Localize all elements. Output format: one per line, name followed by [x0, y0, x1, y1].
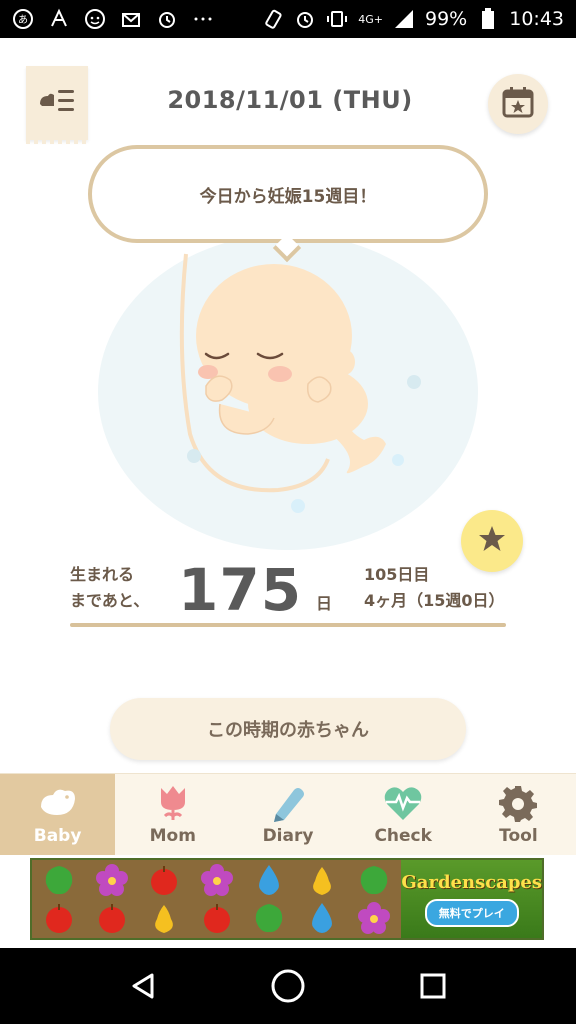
back-icon[interactable]: [123, 966, 163, 1006]
flower-icon: [86, 862, 136, 898]
menu-list-icon: [36, 86, 78, 120]
face-icon: [84, 8, 106, 30]
tab-mom[interactable]: Mom: [115, 774, 230, 855]
apple-icon: [34, 900, 84, 936]
pencil-icon: [267, 784, 309, 822]
menu-button[interactable]: [26, 66, 88, 144]
alarm-icon: [294, 8, 316, 30]
bird-icon: [37, 784, 79, 822]
battery-percent: 99%: [425, 8, 468, 30]
ad-play-button[interactable]: 無料でプレイ: [424, 898, 519, 927]
month-week: 4ヶ月（15週0日）: [364, 591, 505, 610]
system-navigation-bar: [0, 948, 576, 1024]
star-icon: [477, 524, 507, 558]
ad-banner[interactable]: Gardenscapes 無料でプレイ: [30, 858, 544, 940]
recents-icon[interactable]: [413, 966, 453, 1006]
baby-this-period-button[interactable]: この時期の赤ちゃん: [110, 698, 466, 760]
tab-check-label: Check: [374, 825, 432, 846]
water-drop-icon: [296, 900, 346, 936]
network-type: 4G+: [358, 12, 383, 26]
gear-icon: [497, 784, 539, 822]
water-drop-icon: [244, 862, 294, 898]
heart-pulse-icon: [382, 784, 424, 822]
pear-icon: [139, 900, 189, 936]
apple-icon: [86, 900, 136, 936]
countdown-underline: [70, 623, 506, 627]
week-speech-bubble: 今日から妊娠15週目！: [88, 145, 488, 243]
calendar-button[interactable]: [488, 74, 548, 134]
date-title: 2018/11/01 (THU): [167, 86, 413, 114]
countdown-label: 生まれる まであと、: [70, 562, 149, 614]
signal-icon: [393, 8, 415, 30]
ad-game-grid: [32, 860, 402, 938]
pregnancy-progress-info: 105日目 4ヶ月（15週0日）: [364, 562, 505, 614]
countdown-label-line2: まであと、: [70, 591, 150, 610]
carrier-icon: あ: [12, 8, 34, 30]
battery-icon: [477, 8, 499, 30]
calendar-star-icon: [501, 85, 535, 123]
vibrate-icon: [326, 8, 348, 30]
elapsed-days: 105日目: [364, 565, 430, 584]
bubble-text: 今日から妊娠15週目！: [199, 186, 377, 207]
apple-icon: [191, 900, 242, 936]
clock: 10:43: [509, 8, 564, 30]
ad-cta-panel[interactable]: Gardenscapes 無料でプレイ: [401, 860, 542, 938]
tab-baby[interactable]: Baby: [0, 774, 116, 855]
mail-icon: [120, 8, 142, 30]
tab-mom-label: Mom: [149, 825, 196, 846]
baby-illustration[interactable]: [98, 234, 478, 550]
alarm-icon: [156, 8, 178, 30]
pear-icon: [296, 862, 346, 898]
tab-check[interactable]: Check: [346, 774, 461, 855]
leaf-icon: [349, 862, 399, 898]
leaf-icon: [34, 862, 84, 898]
home-icon[interactable]: [268, 966, 308, 1006]
ad-logo: Gardenscapes: [401, 871, 542, 893]
apple-icon: [139, 862, 189, 898]
svg-text:あ: あ: [18, 14, 28, 26]
tab-diary[interactable]: Diary: [230, 774, 345, 855]
more-icon: [192, 8, 214, 30]
leaf-icon: [244, 900, 294, 936]
tab-diary-label: Diary: [262, 825, 314, 846]
tab-baby-label: Baby: [33, 825, 82, 846]
tab-tool[interactable]: Tool: [461, 774, 576, 855]
tab-tool-label: Tool: [499, 825, 538, 846]
flower-icon: [191, 862, 242, 898]
bottom-navigation: Baby Mom Diary Check Tool: [0, 773, 576, 855]
status-bar: あ 4G+ 99% 10:43: [0, 0, 576, 38]
days-left-number: 175: [178, 556, 303, 624]
rotate-icon: [262, 8, 284, 30]
tulip-icon: [152, 784, 194, 822]
app-icon: [48, 8, 70, 30]
period-button-label: この時期の赤ちゃん: [207, 720, 369, 741]
flower-icon: [349, 900, 399, 936]
days-unit: 日: [316, 594, 333, 613]
countdown-label-line1: 生まれる: [70, 565, 135, 584]
